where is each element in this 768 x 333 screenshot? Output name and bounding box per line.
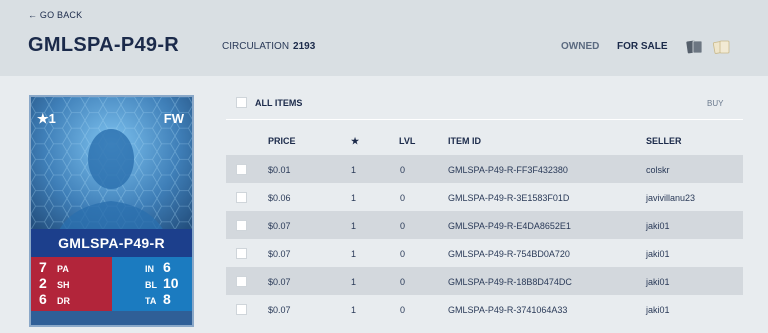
table-row[interactable]: $0.06 1 0 GMLSPA-P49-R-3E1583F01D javivillan… [226, 183, 743, 211]
circulation-value: 2193 [293, 41, 316, 52]
card-pack-icon[interactable] [712, 39, 732, 55]
cell-lvl: 0 [400, 221, 406, 231]
cell-star: 1 [351, 221, 357, 231]
cell-seller: jaki01 [646, 221, 670, 231]
go-back-link[interactable]: ← GO BACK [28, 10, 82, 20]
cell-seller: javivillanu23 [646, 193, 696, 203]
page-title: GMLSPA-P49-R [28, 34, 180, 56]
cell-seller: colskr [646, 165, 670, 175]
cell-seller: jaki01 [646, 249, 670, 259]
cell-star: 1 [351, 249, 357, 259]
table-row[interactable]: $0.07 1 0 GMLSPA-P49-R-E4DA8652E1 jaki01 [226, 211, 743, 239]
cell-price: $0.01 [268, 165, 291, 175]
cell-item-id: GMLSPA-P49-R-3E1583F01D [448, 193, 570, 203]
card-position: FW [163, 111, 184, 126]
cell-lvl: 0 [400, 305, 406, 315]
cell-price: $0.07 [268, 305, 291, 315]
row-checkbox[interactable] [236, 164, 247, 175]
cell-lvl: 0 [400, 165, 406, 175]
row-checkbox[interactable] [236, 304, 247, 315]
for-sale-tab[interactable]: FOR SALE [617, 41, 668, 52]
header-bar: ← GO BACK GMLSPA-P49-R CIRCULATION 2193 O… [0, 0, 768, 76]
table-row[interactable]: $0.07 1 0 GMLSPA-P49-R-18B8D474DC jaki01 [226, 267, 743, 295]
cell-lvl: 0 [400, 249, 406, 259]
all-items-checkbox[interactable] [236, 97, 247, 108]
card-name: GMLSPA-P49-R [58, 235, 165, 251]
table-row[interactable]: $0.07 1 0 GMLSPA-P49-R-754BD0A720 jaki01 [226, 239, 743, 267]
header-lvl[interactable]: LVL [399, 136, 415, 146]
cell-lvl: 0 [400, 193, 406, 203]
stats-right: IN 6 BL 10 TA 8 [112, 257, 192, 311]
divider [226, 119, 743, 120]
buy-button[interactable]: BUY [707, 99, 723, 108]
cell-lvl: 0 [400, 277, 406, 287]
cell-star: 1 [351, 277, 357, 287]
row-checkbox[interactable] [236, 248, 247, 259]
row-checkbox[interactable] [236, 220, 247, 231]
listing-table: $0.01 1 0 GMLSPA-P49-R-FF3F432380 colskr $0.0… [226, 155, 743, 323]
cell-star: 1 [351, 305, 357, 315]
table-row[interactable]: $0.01 1 0 GMLSPA-P49-R-FF3F432380 colskr [226, 155, 743, 183]
cell-item-id: GMLSPA-P49-R-E4DA8652E1 [448, 221, 571, 231]
all-items-label: ALL ITEMS [255, 97, 303, 108]
cell-item-id: GMLSPA-P49-R-754BD0A720 [448, 249, 570, 259]
card-rating: ★1 [37, 111, 56, 126]
header-price[interactable]: PRICE [268, 136, 296, 146]
cell-star: 1 [351, 165, 357, 175]
circulation-label: CIRCULATION [222, 41, 290, 52]
header-star[interactable]: ★ [351, 136, 359, 147]
all-items-toggle[interactable]: ALL ITEMS [236, 97, 302, 108]
cell-price: $0.06 [268, 193, 291, 203]
stats-left: 7 PA 2 SH 6 DR [31, 257, 112, 311]
cell-seller: jaki01 [646, 305, 670, 315]
stat-dr: 6 DR [39, 291, 70, 307]
player-card: ★1 FW GMLSPA-P49-R 7 PA 2 SH 6 DR IN 6 BL 10 … [29, 95, 194, 327]
cell-item-id: GMLSPA-P49-R-3741064A33 [448, 305, 568, 315]
cell-item-id: GMLSPA-P49-R-18B8D474DC [448, 277, 572, 287]
circulation: CIRCULATION 2193 [222, 41, 315, 52]
cell-item-id: GMLSPA-P49-R-FF3F432380 [448, 165, 568, 175]
cell-seller: jaki01 [646, 277, 670, 287]
row-checkbox[interactable] [236, 192, 247, 203]
cell-price: $0.07 [268, 249, 291, 259]
owned-tab[interactable]: OWNED [561, 41, 599, 52]
row-checkbox[interactable] [236, 276, 247, 287]
card-stack-icon[interactable] [685, 39, 705, 55]
header-item-id[interactable]: ITEM ID [448, 136, 481, 146]
cell-price: $0.07 [268, 221, 291, 231]
cell-star: 1 [351, 193, 357, 203]
cell-price: $0.07 [268, 277, 291, 287]
table-row[interactable]: $0.07 1 0 GMLSPA-P49-R-3741064A33 jaki01 [226, 295, 743, 323]
header-seller[interactable]: SELLER [646, 136, 682, 146]
stat-ta: TA 8 [145, 291, 171, 307]
